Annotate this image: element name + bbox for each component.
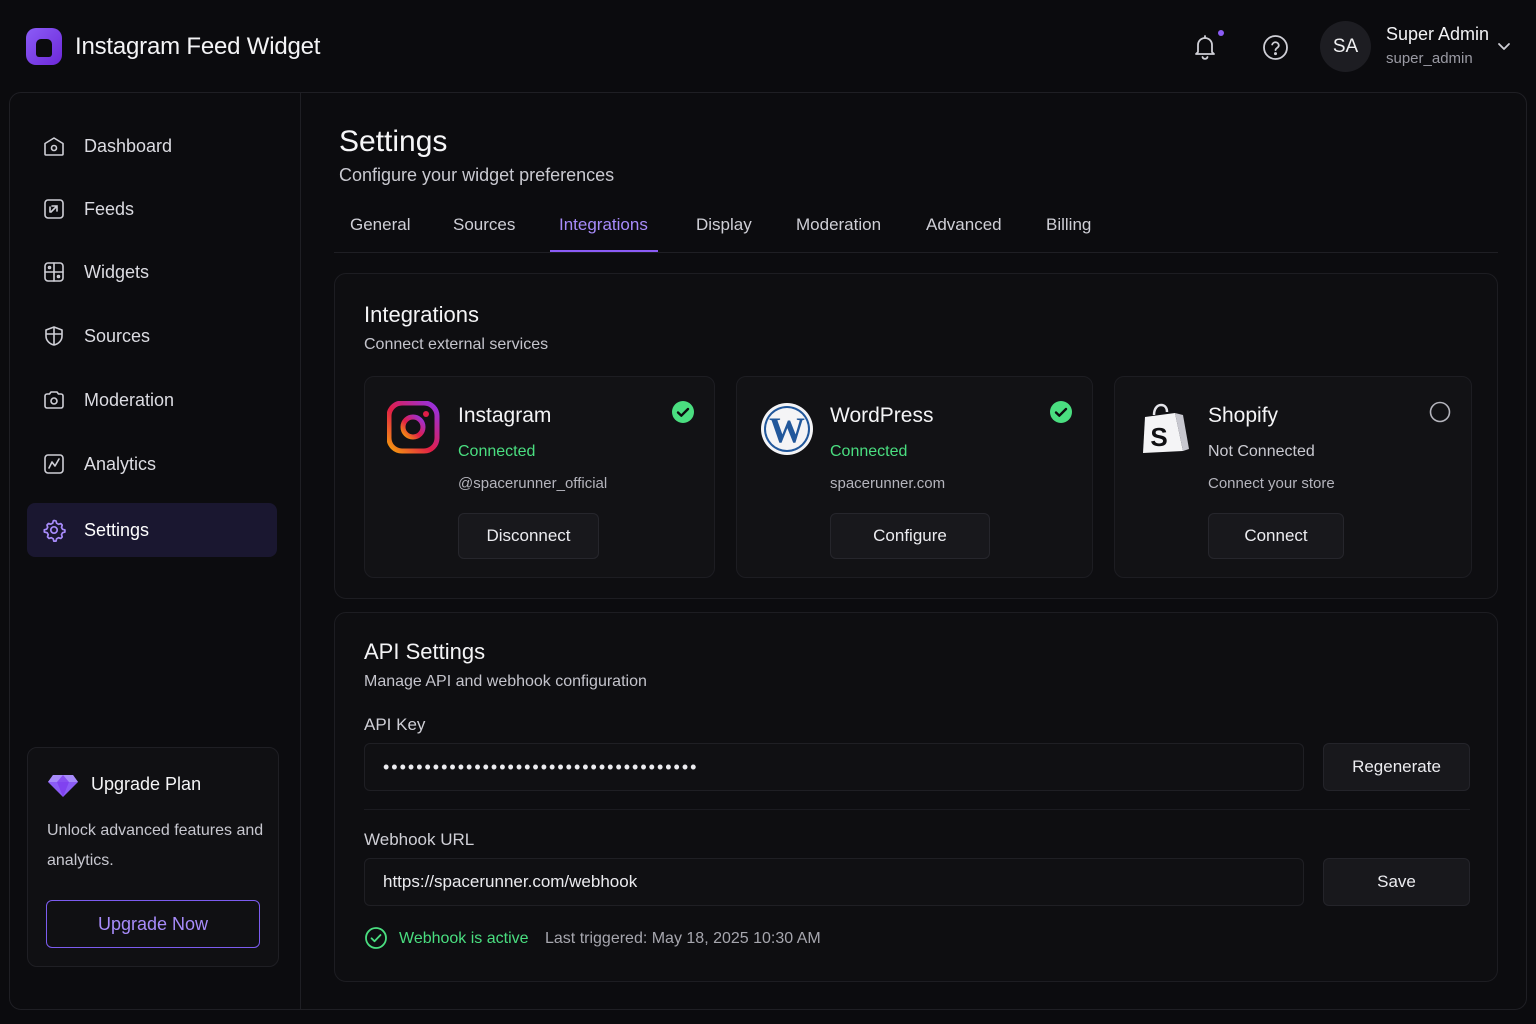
connect-button[interactable]: Connect bbox=[1208, 513, 1344, 559]
shopify-logo-icon: S bbox=[1143, 403, 1189, 453]
regenerate-button[interactable]: Regenerate bbox=[1323, 743, 1470, 791]
api-settings-panel: API Settings Manage API and webhook conf… bbox=[334, 612, 1498, 982]
chevron-down-icon[interactable] bbox=[1496, 40, 1512, 52]
webhook-status: Webhook is active bbox=[399, 930, 529, 947]
upgrade-now-button[interactable]: Upgrade Now bbox=[46, 900, 260, 948]
integration-detail: spacerunner.com bbox=[830, 475, 946, 492]
sidebar-item-label: Moderation bbox=[84, 389, 175, 410]
integration-detail: @spacerunner_official bbox=[458, 475, 608, 492]
sidebar-item-settings[interactable]: Settings bbox=[27, 503, 277, 557]
integration-name: Shopify bbox=[1208, 404, 1279, 427]
sidebar-item-moderation[interactable]: Moderation bbox=[27, 373, 277, 427]
tab-display[interactable]: Display bbox=[696, 215, 752, 235]
upgrade-title: Upgrade Plan bbox=[91, 774, 202, 794]
svg-text:W: W bbox=[769, 410, 805, 450]
svg-text:S: S bbox=[1150, 422, 1167, 452]
sidebar-item-label: Dashboard bbox=[84, 135, 173, 156]
divider bbox=[364, 809, 1470, 810]
upgrade-description: Unlock advanced features and analytics. bbox=[47, 822, 264, 869]
app-logo-icon bbox=[26, 28, 62, 65]
moderation-icon bbox=[44, 391, 64, 409]
notification-dot bbox=[1218, 30, 1224, 36]
sidebar-item-analytics[interactable]: Analytics bbox=[27, 437, 277, 491]
diamond-icon bbox=[48, 775, 78, 797]
tab-integrations[interactable]: Integrations bbox=[559, 215, 648, 235]
instagram-logo-icon bbox=[387, 401, 440, 454]
api-settings-subtitle: Manage API and webhook configuration bbox=[364, 673, 647, 690]
wordpress-logo-icon: W bbox=[761, 403, 813, 455]
settings-tabs: General Sources Integrations Display Mod… bbox=[334, 203, 1498, 253]
feeds-icon bbox=[44, 199, 64, 219]
sidebar-item-feeds[interactable]: Feeds bbox=[27, 182, 277, 236]
brand[interactable]: Instagram Feed Widget bbox=[26, 28, 320, 65]
check-circle-icon bbox=[1050, 401, 1072, 423]
notifications-bell-icon[interactable] bbox=[1190, 32, 1220, 62]
tab-sources[interactable]: Sources bbox=[453, 215, 515, 235]
webhook-url-field[interactable] bbox=[364, 858, 1304, 906]
integration-card-shopify: S Shopify Not Connected Connect your sto… bbox=[1114, 376, 1472, 578]
active-tab-indicator bbox=[550, 250, 658, 252]
sidebar-item-label: Widgets bbox=[84, 261, 150, 282]
tab-advanced[interactable]: Advanced bbox=[926, 215, 1002, 235]
integration-status: Not Connected bbox=[1208, 443, 1315, 460]
webhook-url-label: Webhook URL bbox=[364, 830, 475, 849]
api-key-label: API Key bbox=[364, 715, 426, 734]
api-settings-title: API Settings bbox=[364, 639, 486, 664]
sidebar: Dashboard Feeds Widgets Sources Moderati… bbox=[10, 93, 301, 1009]
empty-radio-icon[interactable] bbox=[1428, 400, 1452, 424]
integration-status: Connected bbox=[830, 443, 908, 460]
integrations-panel: Integrations Connect external services I… bbox=[334, 273, 1498, 599]
integration-card-wordpress: W WordPress Connected spacerunner.com Co… bbox=[736, 376, 1093, 578]
sidebar-item-label: Analytics bbox=[84, 453, 157, 474]
integration-card-instagram: Instagram Connected @spacerunner_officia… bbox=[364, 376, 715, 578]
api-key-field[interactable] bbox=[364, 743, 1304, 791]
check-circle-icon bbox=[672, 401, 694, 423]
dashboard-icon bbox=[44, 137, 64, 156]
integrations-subtitle: Connect external services bbox=[364, 336, 549, 353]
app-frame: Dashboard Feeds Widgets Sources Moderati… bbox=[9, 92, 1527, 1010]
sidebar-item-label: Feeds bbox=[84, 198, 135, 219]
integrations-title: Integrations bbox=[364, 302, 479, 327]
settings-icon bbox=[43, 519, 66, 542]
webhook-last-triggered: Last triggered: May 18, 2025 10:30 AM bbox=[545, 930, 821, 947]
tab-moderation[interactable]: Moderation bbox=[796, 215, 881, 235]
page-subtitle: Configure your widget preferences bbox=[339, 165, 615, 185]
check-circle-outline-icon bbox=[365, 927, 387, 949]
disconnect-button[interactable]: Disconnect bbox=[458, 513, 599, 559]
upgrade-plan-card: Upgrade Plan Unlock advanced features an… bbox=[27, 747, 279, 967]
save-button[interactable]: Save bbox=[1323, 858, 1470, 906]
user-name[interactable]: Super Admin bbox=[1386, 24, 1489, 45]
tab-billing[interactable]: Billing bbox=[1046, 215, 1091, 235]
integration-detail: Connect your store bbox=[1208, 475, 1335, 492]
integration-name: WordPress bbox=[830, 404, 934, 427]
configure-button[interactable]: Configure bbox=[830, 513, 990, 559]
app-title: Instagram Feed Widget bbox=[75, 32, 321, 60]
help-icon[interactable] bbox=[1262, 34, 1289, 61]
sidebar-item-widgets[interactable]: Widgets bbox=[27, 245, 277, 299]
analytics-icon bbox=[44, 454, 64, 474]
sources-icon bbox=[45, 326, 63, 346]
page-title: Settings bbox=[339, 125, 448, 158]
integration-status: Connected bbox=[458, 443, 536, 460]
sidebar-item-sources[interactable]: Sources bbox=[27, 309, 277, 363]
tab-general[interactable]: General bbox=[350, 215, 410, 235]
top-bar: Instagram Feed Widget SA Super Admin sup… bbox=[0, 0, 1536, 92]
widgets-icon bbox=[44, 262, 64, 282]
sidebar-item-label: Sources bbox=[84, 325, 151, 346]
avatar[interactable]: SA bbox=[1320, 21, 1371, 72]
integration-name: Instagram bbox=[458, 404, 552, 427]
sidebar-item-dashboard[interactable]: Dashboard bbox=[27, 119, 277, 173]
user-handle: super_admin bbox=[1386, 50, 1473, 67]
sidebar-item-label: Settings bbox=[84, 519, 150, 540]
